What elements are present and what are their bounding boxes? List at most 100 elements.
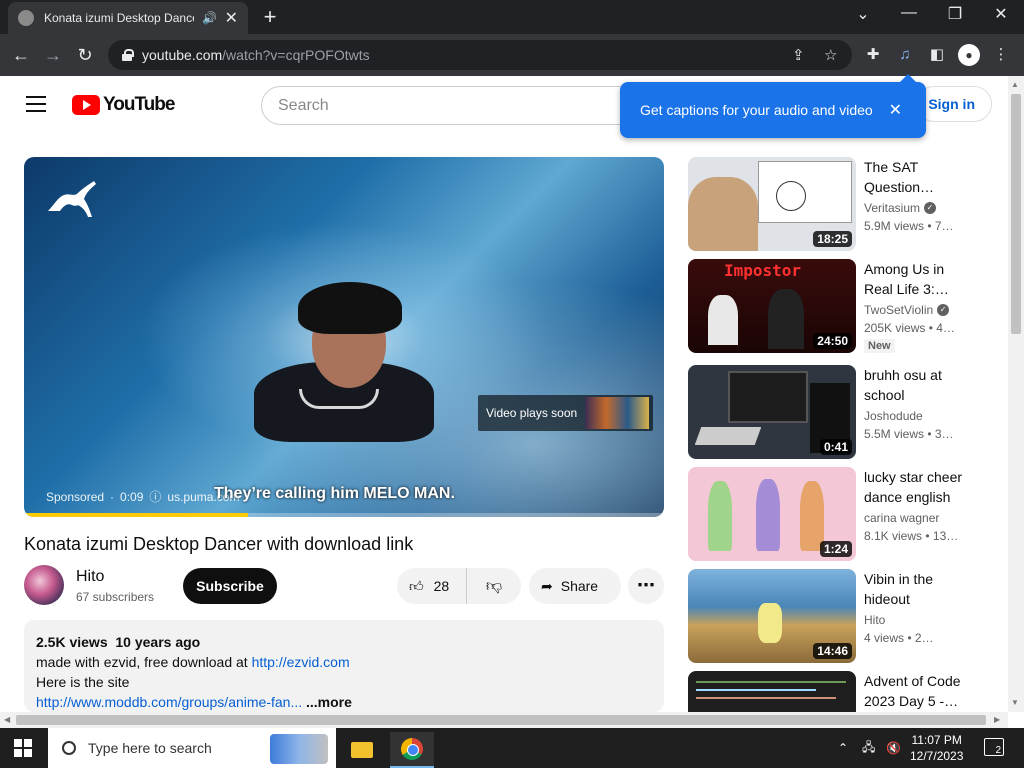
browser-tab[interactable]: Konata izumi Desktop Dancer with downloa… bbox=[8, 2, 248, 34]
ad-separator: · bbox=[110, 489, 115, 504]
chrome-taskbar-button[interactable] bbox=[390, 732, 434, 768]
dislike-button[interactable]: 👎︎ bbox=[467, 577, 521, 596]
like-button[interactable]: 👍︎ 28 bbox=[397, 568, 467, 604]
video-title[interactable]: Among Us in Real Life 3:… bbox=[864, 259, 974, 299]
browser-menu-icon[interactable]: ⋮ bbox=[990, 44, 1012, 66]
video-duration: 1:24 bbox=[819, 541, 852, 557]
chrome-icon bbox=[401, 738, 423, 760]
video-title[interactable]: bruhh osu at school bbox=[864, 365, 974, 405]
scroll-right-arrow-icon[interactable]: ▶ bbox=[994, 715, 1000, 724]
media-controls-icon[interactable]: ♫ bbox=[894, 44, 916, 66]
network-icon[interactable]: 🖧 bbox=[862, 728, 875, 768]
extensions-icon[interactable]: ✚ bbox=[862, 44, 884, 66]
forward-button[interactable]: → bbox=[40, 42, 66, 68]
video-caption: They’re calling him MELO MAN. bbox=[214, 485, 455, 502]
tab-close-icon[interactable]: ✕ bbox=[225, 8, 238, 28]
sign-in-label: Sign in bbox=[928, 96, 975, 112]
like-count: 28 bbox=[433, 578, 450, 594]
channel-row: Joshodude bbox=[864, 409, 923, 423]
video-title[interactable]: Advent of Code 2023 Day 5 -… bbox=[864, 671, 974, 711]
ezvid-link[interactable]: http://ezvid.com bbox=[252, 654, 350, 670]
video-plays-soon-preview[interactable]: Video plays soon bbox=[478, 395, 653, 431]
verified-check-icon: ✓ bbox=[924, 202, 937, 214]
file-explorer-button[interactable] bbox=[340, 732, 384, 768]
video-thumbnail[interactable]: 14:46 bbox=[688, 569, 856, 663]
recommended-video[interactable]: 0:41 bruhh osu at school Joshodude 5.5M … bbox=[688, 365, 1008, 459]
notification-center-icon[interactable]: 2 bbox=[984, 738, 1004, 756]
channel-name[interactable]: TwoSetViolin bbox=[864, 303, 933, 317]
video-thumbnail[interactable]: Impostor 24:50 bbox=[688, 259, 856, 353]
recommended-video[interactable]: 18:25 The SAT Question… Veritasium ✓ 5.9… bbox=[688, 157, 1008, 251]
horizontal-scroll-thumb[interactable] bbox=[16, 715, 986, 725]
impostor-text: Impostor bbox=[724, 261, 802, 280]
video-player[interactable]: Video plays soon Sponsored · 0:09 ⓘ us.p… bbox=[24, 157, 664, 517]
captions-promo-text: Get captions for your audio and video bbox=[640, 102, 873, 118]
subscribe-button[interactable]: Subscribe bbox=[183, 568, 277, 604]
close-window-button[interactable]: ✕ bbox=[986, 4, 1016, 24]
tab-search-icon[interactable]: ⌄ bbox=[848, 4, 878, 24]
posted-date: 10 years ago bbox=[115, 634, 201, 650]
video-description[interactable]: 2.5K views 10 years ago made with ezvid,… bbox=[24, 620, 664, 712]
recommended-video[interactable]: Impostor 24:50 Among Us in Real Life 3:…… bbox=[688, 259, 1008, 353]
view-count: 2.5K views bbox=[36, 634, 108, 650]
recommended-video[interactable]: Advent of Code 2023 Day 5 -… bbox=[688, 671, 1008, 712]
scroll-left-arrow-icon[interactable]: ◀ bbox=[4, 715, 10, 724]
vertical-scrollbar[interactable]: ▲ ▼ bbox=[1008, 76, 1024, 712]
channel-avatar[interactable] bbox=[24, 565, 64, 605]
windows-start-icon[interactable] bbox=[14, 739, 32, 757]
show-hidden-icons-icon[interactable]: ⌃ bbox=[838, 728, 848, 768]
channel-name[interactable]: Hito bbox=[864, 613, 885, 627]
maximize-button[interactable]: ❐ bbox=[940, 4, 970, 24]
channel-name[interactable]: Veritasium bbox=[864, 201, 920, 215]
share-page-icon[interactable]: ⇪ bbox=[792, 46, 805, 64]
recommended-video[interactable]: 14:46 Vibin in the hideout Hito 4 views … bbox=[688, 569, 1008, 663]
moddb-link[interactable]: http://www.moddb.com/groups/anime-fan... bbox=[36, 694, 302, 710]
minimize-button[interactable]: — bbox=[894, 4, 924, 22]
video-thumbnail[interactable]: 18:25 bbox=[688, 157, 856, 251]
search-input[interactable]: Search bbox=[261, 86, 641, 125]
info-icon[interactable]: ⓘ bbox=[149, 488, 161, 505]
bookmark-star-icon[interactable]: ☆ bbox=[824, 46, 837, 64]
video-duration: 18:25 bbox=[813, 231, 852, 247]
taskbar-search-input[interactable]: Type here to search bbox=[48, 728, 336, 768]
video-thumbnail[interactable]: 1:24 bbox=[688, 467, 856, 561]
video-title[interactable]: The SAT Question… bbox=[864, 157, 974, 197]
video-title[interactable]: lucky star cheer dance english bbox=[864, 467, 974, 507]
back-button[interactable]: ← bbox=[8, 42, 34, 68]
audio-playing-icon[interactable]: 🔊 bbox=[202, 11, 217, 25]
channel-name[interactable]: Joshodude bbox=[864, 409, 923, 423]
close-icon[interactable]: ✕ bbox=[889, 100, 902, 120]
horizontal-scrollbar[interactable]: ◀ ▶ bbox=[0, 712, 1008, 728]
recommended-video[interactable]: 1:24 lucky star cheer dance english cari… bbox=[688, 467, 1008, 561]
reload-button[interactable]: ↻ bbox=[72, 42, 98, 68]
video-title[interactable]: Vibin in the hideout bbox=[864, 569, 974, 609]
more-actions-button[interactable]: ⋯ bbox=[628, 568, 664, 604]
volume-muted-icon[interactable]: 🔇 bbox=[886, 728, 901, 768]
share-button[interactable]: ➦ Share bbox=[529, 568, 621, 604]
video-meta: 4 views • 2… bbox=[864, 631, 934, 645]
show-more-button[interactable]: ...more bbox=[306, 694, 352, 710]
tab-title: Konata izumi Desktop Dancer with downloa… bbox=[44, 11, 194, 25]
profile-avatar-icon[interactable]: ● bbox=[958, 44, 980, 66]
scroll-down-arrow-icon[interactable]: ▼ bbox=[1011, 698, 1019, 707]
system-clock[interactable]: 11:07 PM 12/7/2023 bbox=[910, 732, 963, 764]
subscriber-count: 67 subscribers bbox=[76, 590, 155, 604]
like-dislike-group: 👍︎ 28 👎︎ bbox=[397, 568, 521, 604]
vertical-scroll-thumb[interactable] bbox=[1011, 94, 1021, 334]
channel-name[interactable]: carina wagner bbox=[864, 511, 939, 525]
address-bar[interactable]: youtube.com/watch?v=cqrPOFOtwts ⇪ ☆ bbox=[108, 40, 852, 70]
side-panel-icon[interactable]: ◧ bbox=[926, 44, 948, 66]
progress-bar[interactable] bbox=[24, 513, 664, 517]
search-highlight-icon[interactable] bbox=[270, 734, 328, 764]
menu-icon[interactable] bbox=[26, 96, 46, 112]
sign-in-button[interactable]: Sign in bbox=[916, 86, 992, 122]
ad-time: 0:09 bbox=[120, 489, 144, 504]
youtube-logo[interactable]: YouTube bbox=[72, 94, 175, 116]
video-thumbnail[interactable]: 0:41 bbox=[688, 365, 856, 459]
channel-name[interactable]: Hito bbox=[76, 568, 104, 586]
scroll-up-arrow-icon[interactable]: ▲ bbox=[1011, 80, 1019, 89]
new-tab-button[interactable]: + bbox=[258, 4, 282, 30]
video-thumbnail[interactable] bbox=[688, 671, 856, 712]
lock-icon[interactable] bbox=[122, 49, 134, 61]
taskbar-search-placeholder: Type here to search bbox=[88, 740, 212, 756]
